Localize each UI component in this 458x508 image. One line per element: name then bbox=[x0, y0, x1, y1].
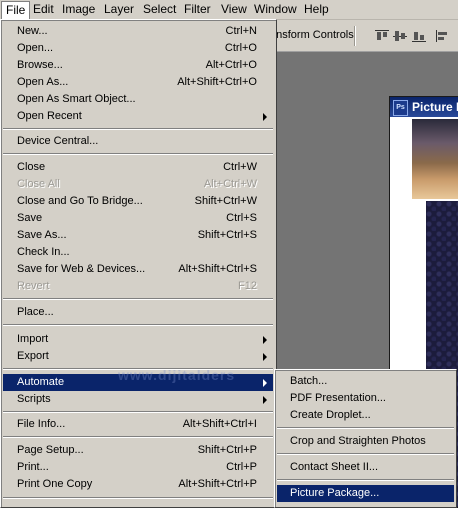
menu-item-contact-sheet[interactable]: Contact Sheet II... bbox=[277, 459, 454, 476]
menu-item-crop-and-straighten-photos[interactable]: Crop and Straighten Photos bbox=[277, 433, 454, 450]
menu-separator bbox=[3, 298, 273, 300]
menu-edit[interactable]: Edit bbox=[30, 2, 57, 17]
menu-item-open[interactable]: Open... Ctrl+O bbox=[3, 40, 273, 57]
photoshop-logo-icon: Ps bbox=[393, 100, 408, 116]
submenu-arrow-icon bbox=[263, 336, 267, 344]
menu-bar: File Edit Image Layer Select Filter View… bbox=[0, 0, 458, 20]
menu-item-picture-package[interactable]: Picture Package... bbox=[277, 485, 454, 502]
menu-separator bbox=[3, 411, 273, 413]
document-title-bar[interactable]: Ps Picture P bbox=[390, 97, 458, 117]
align-left-icon[interactable] bbox=[436, 30, 450, 42]
menu-item-open-as-smart-object[interactable]: Open As Smart Object... bbox=[3, 91, 273, 108]
menu-item-automate[interactable]: Automate bbox=[3, 374, 273, 391]
menu-separator bbox=[277, 479, 454, 481]
align-vertical-center-icon[interactable] bbox=[393, 30, 407, 42]
menu-item-export[interactable]: Export bbox=[3, 348, 273, 365]
menu-item-open-recent[interactable]: Open Recent bbox=[3, 108, 273, 125]
menu-item-file-info[interactable]: File Info... Alt+Shift+Ctrl+I bbox=[3, 416, 273, 433]
options-divider bbox=[354, 26, 356, 46]
menu-view[interactable]: View bbox=[218, 2, 250, 17]
menu-item-page-setup[interactable]: Page Setup... Shift+Ctrl+P bbox=[3, 442, 273, 459]
menu-separator bbox=[3, 324, 273, 326]
menu-separator bbox=[3, 128, 273, 130]
menu-separator bbox=[3, 497, 273, 499]
submenu-arrow-icon bbox=[263, 353, 267, 361]
menu-item-browse[interactable]: Browse... Alt+Ctrl+O bbox=[3, 57, 273, 74]
menu-item-save-for-web[interactable]: Save for Web & Devices... Alt+Shift+Ctrl+… bbox=[3, 261, 273, 278]
submenu-arrow-icon bbox=[263, 113, 267, 121]
menu-item-place[interactable]: Place... bbox=[3, 304, 273, 321]
menu-separator bbox=[277, 453, 454, 455]
menu-file[interactable]: File bbox=[1, 1, 31, 20]
document-title: Picture P bbox=[412, 100, 458, 114]
menu-select[interactable]: Select bbox=[140, 2, 179, 17]
align-bottom-icon[interactable] bbox=[412, 30, 426, 42]
menu-help[interactable]: Help bbox=[301, 2, 332, 17]
menu-item-check-in[interactable]: Check In... bbox=[3, 244, 273, 261]
menu-separator bbox=[277, 427, 454, 429]
menu-image[interactable]: Image bbox=[59, 2, 98, 17]
menu-item-pdf-presentation[interactable]: PDF Presentation... bbox=[277, 390, 454, 407]
menu-item-new[interactable]: New... Ctrl+N bbox=[3, 23, 273, 40]
menu-item-revert: Revert F12 bbox=[17, 280, 257, 292]
menu-separator bbox=[3, 153, 273, 155]
menu-filter[interactable]: Filter bbox=[181, 2, 214, 17]
submenu-arrow-icon bbox=[263, 379, 267, 387]
menu-item-save-as[interactable]: Save As... Shift+Ctrl+S bbox=[3, 227, 273, 244]
menu-item-print-one-copy[interactable]: Print One Copy Alt+Shift+Ctrl+P bbox=[3, 476, 273, 493]
menu-item-scripts[interactable]: Scripts bbox=[3, 391, 273, 408]
submenu-arrow-icon bbox=[263, 396, 267, 404]
menu-item-create-droplet[interactable]: Create Droplet... bbox=[277, 407, 454, 424]
menu-separator bbox=[3, 436, 273, 438]
align-top-icon[interactable] bbox=[375, 30, 389, 42]
menu-item-device-central[interactable]: Device Central... bbox=[3, 133, 273, 150]
menu-item-batch[interactable]: Batch... bbox=[277, 373, 454, 390]
menu-item-print[interactable]: Print... Ctrl+P bbox=[3, 459, 273, 476]
options-bar: ansform Controls bbox=[270, 20, 458, 52]
menu-item-import[interactable]: Import bbox=[3, 331, 273, 348]
file-menu: New... Ctrl+N Open... Ctrl+O Browse... Alt+… bbox=[0, 19, 277, 508]
menu-separator bbox=[3, 368, 273, 370]
menu-item-save[interactable]: Save Ctrl+S bbox=[3, 210, 273, 227]
menu-layer[interactable]: Layer bbox=[101, 2, 137, 17]
transform-controls-label[interactable]: ansform Controls bbox=[270, 29, 354, 41]
document-image-preview bbox=[412, 119, 458, 199]
menu-item-close-and-go-to-bridge[interactable]: Close and Go To Bridge... Shift+Ctrl+W bbox=[3, 193, 273, 210]
automate-submenu: Batch... PDF Presentation... Create Drop… bbox=[274, 369, 457, 508]
menu-item-close-all: Close All Alt+Ctrl+W bbox=[17, 178, 257, 190]
menu-item-close[interactable]: Close Ctrl+W bbox=[3, 159, 273, 176]
menu-window[interactable]: Window bbox=[251, 2, 300, 17]
menu-item-open-as[interactable]: Open As... Alt+Shift+Ctrl+O bbox=[3, 74, 273, 91]
